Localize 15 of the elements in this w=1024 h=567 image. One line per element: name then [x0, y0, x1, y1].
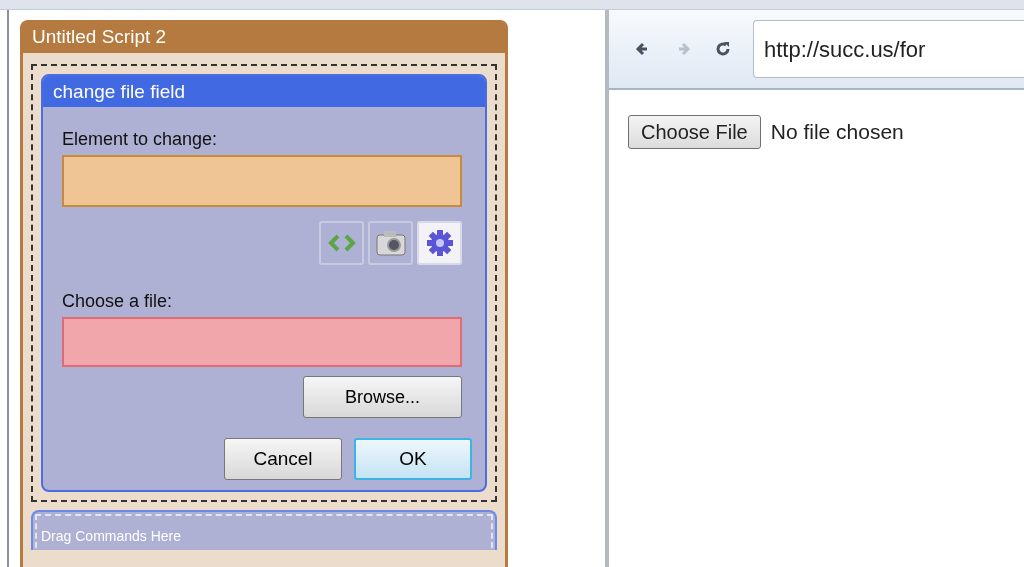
command-title: change file field — [43, 76, 485, 107]
choose-file-button[interactable]: Choose File — [628, 115, 761, 149]
element-field[interactable] — [62, 155, 462, 207]
settings-icon[interactable] — [417, 221, 462, 265]
camera-icon[interactable] — [368, 221, 413, 265]
dialog-button[interactable]: Cancel — [224, 438, 342, 480]
dialog-button[interactable]: OK — [354, 438, 472, 480]
file-field[interactable] — [62, 317, 462, 367]
file-status: No file chosen — [770, 119, 904, 146]
field-label: Element to change: — [62, 128, 218, 151]
browse-button[interactable]: Browse... — [303, 376, 462, 418]
field-label: Choose a file: — [62, 290, 173, 313]
drop-zone-hint: Drag Commands Here — [41, 528, 182, 544]
address-bar[interactable]: http://succ.us/for — [753, 20, 1024, 78]
window-title: Untitled Script 2 — [31, 25, 168, 49]
